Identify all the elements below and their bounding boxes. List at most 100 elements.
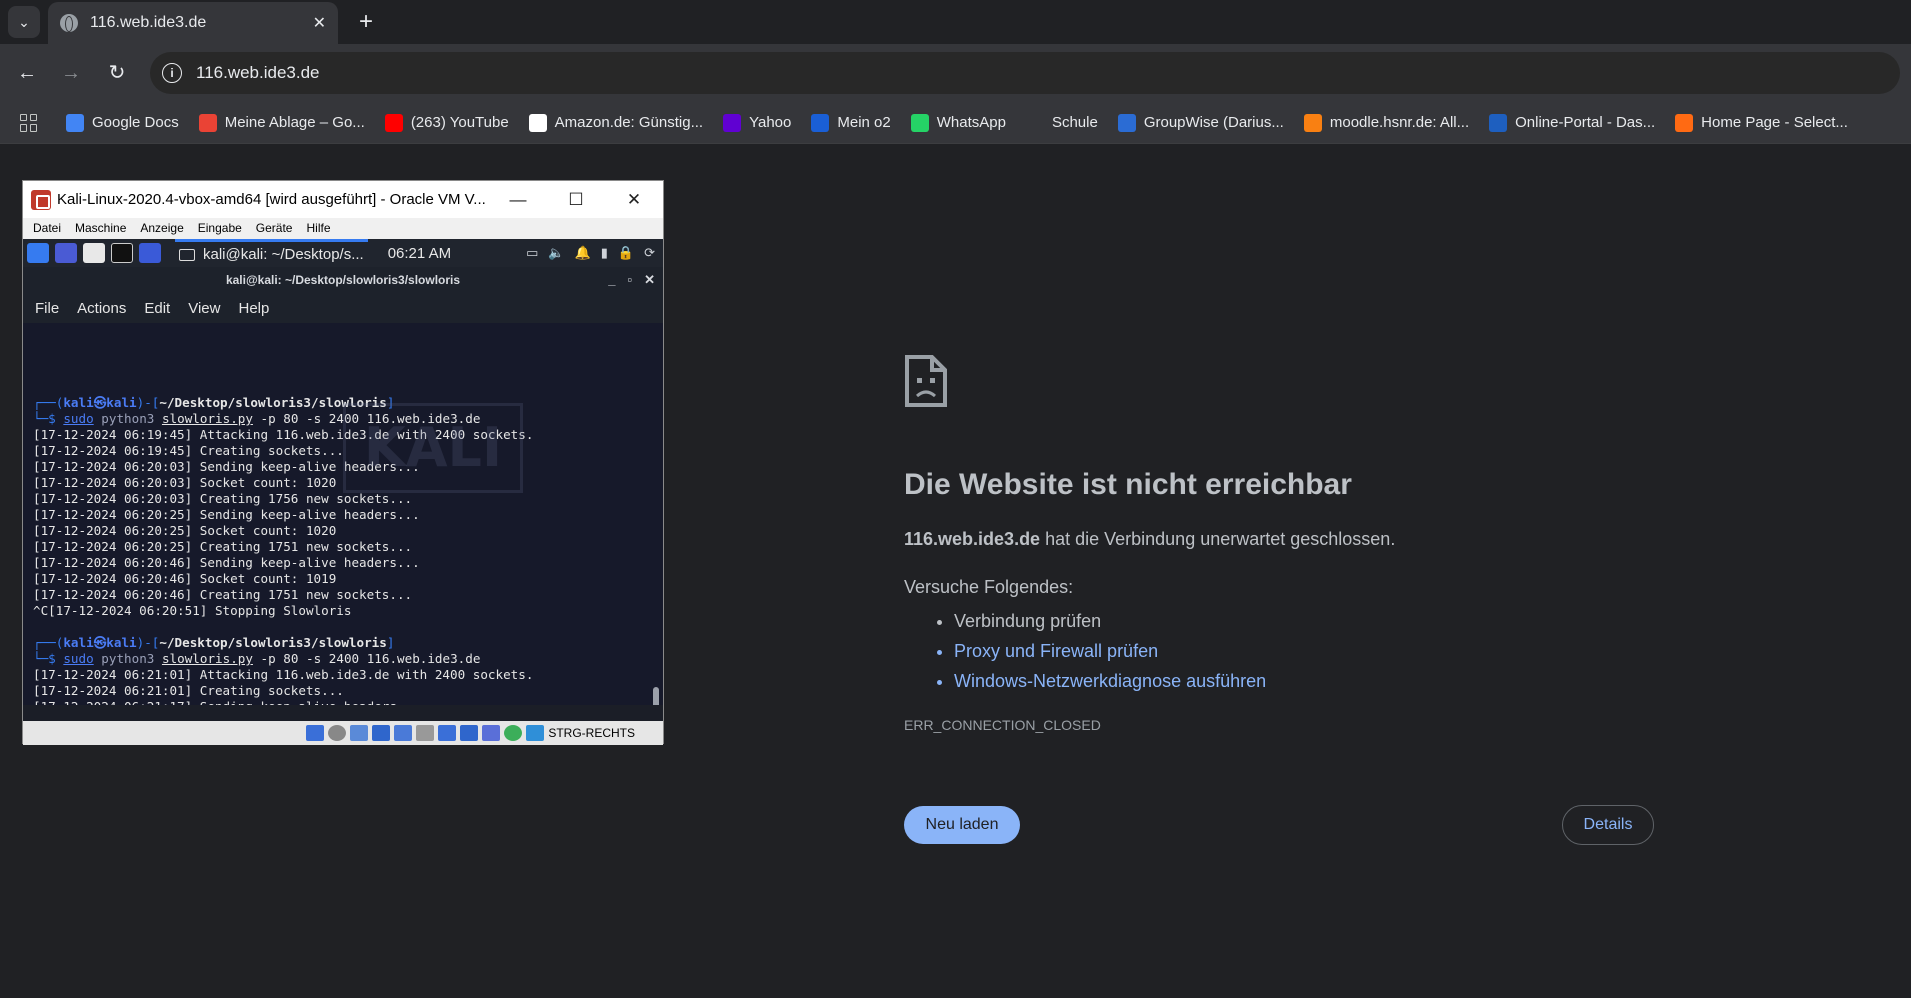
- network-status-icon[interactable]: [372, 725, 391, 741]
- window-controls: — ☐ ✕: [489, 190, 663, 210]
- bookmark-item[interactable]: (263) YouTube: [384, 113, 509, 132]
- bookmark-item[interactable]: Home Page - Select...: [1675, 113, 1848, 132]
- new-tab-button[interactable]: +: [352, 8, 380, 36]
- minimize-icon[interactable]: —: [489, 190, 547, 210]
- volume-icon[interactable]: 🔈: [548, 245, 564, 261]
- panel-task-label: kali@kali: ~/Desktop/s...: [203, 246, 364, 263]
- terminal-scrollbar[interactable]: [653, 687, 659, 705]
- battery-icon[interactable]: ▮: [601, 245, 608, 261]
- optical-drive-icon[interactable]: [328, 725, 347, 741]
- display-icon[interactable]: ▭: [526, 245, 538, 261]
- bookmark-item[interactable]: Online-Portal - Das...: [1489, 113, 1655, 132]
- window-icon: [179, 248, 195, 261]
- recording-status-icon[interactable]: [460, 725, 479, 741]
- tab-search-button[interactable]: ⌄: [8, 6, 40, 38]
- bookmark-item[interactable]: moodle.hsnr.de: All...: [1303, 113, 1470, 132]
- tab-active[interactable]: 116.web.ide3.de ✕: [48, 2, 338, 44]
- vbox-title-bar[interactable]: Kali-Linux-2020.4-vbox-amd64 [wird ausge…: [23, 181, 663, 218]
- workspace-icon[interactable]: [55, 243, 77, 263]
- docs-icon: [66, 113, 84, 132]
- virtualbox-window[interactable]: Kali-Linux-2020.4-vbox-amd64 [wird ausge…: [22, 180, 664, 745]
- terminal-line: [17-12-2024 06:20:46] Sending keep-alive…: [33, 555, 420, 570]
- address-bar[interactable]: i 116.web.ide3.de: [150, 52, 1900, 94]
- terminal-menu-file[interactable]: File: [35, 300, 59, 317]
- forward-button[interactable]: →: [58, 60, 84, 86]
- terminal-line: [17-12-2024 06:20:25] Sending keep-alive…: [33, 507, 420, 522]
- vbox-title: Kali-Linux-2020.4-vbox-amd64 [wird ausge…: [57, 191, 486, 208]
- terminal-title-bar[interactable]: kali@kali: ~/Desktop/slowloris3/slowlori…: [23, 267, 663, 293]
- bookmark-label: moodle.hsnr.de: All...: [1329, 114, 1470, 131]
- terminal-close-icon[interactable]: ✕: [644, 272, 655, 288]
- address-url[interactable]: 116.web.ide3.de: [196, 63, 320, 83]
- menu-datei[interactable]: Datei: [33, 221, 61, 235]
- terminal-menu-actions[interactable]: Actions: [77, 300, 126, 317]
- bookmark-item[interactable]: Schule: [1025, 113, 1098, 132]
- cpu-status-icon[interactable]: [482, 725, 501, 741]
- bookmark-item[interactable]: Meine Ablage – Go...: [198, 113, 365, 132]
- back-button[interactable]: ←: [14, 60, 40, 86]
- prompt-at: ㉿: [93, 395, 107, 410]
- bookmark-item[interactable]: Mein o2: [811, 113, 891, 132]
- display-status-icon[interactable]: [438, 725, 457, 741]
- sad-document-icon: [905, 355, 947, 407]
- system-tray: ▭ 🔈 🔔 ▮ 🔒 ⟳: [526, 245, 663, 261]
- shared-folder-icon[interactable]: [416, 725, 435, 741]
- terminal-window-controls: _ ▫ ✕: [608, 272, 655, 288]
- prompt-decoration: ┌──(: [33, 635, 64, 650]
- bookmark-item[interactable]: Amazon.de: Günstig...: [528, 113, 703, 132]
- suggestion-list: Verbindung prüfen Proxy und Firewall prü…: [934, 606, 1266, 696]
- command-space: [253, 651, 261, 666]
- panel-clock[interactable]: 06:21 AM: [388, 245, 451, 262]
- bookmark-item[interactable]: GroupWise (Darius...: [1117, 113, 1284, 132]
- terminal-menu-help[interactable]: Help: [238, 300, 269, 317]
- bookmark-item[interactable]: WhatsApp: [910, 113, 1006, 132]
- command-python: python3: [101, 651, 155, 666]
- guest-screen[interactable]: kali@kali: ~/Desktop/s... 06:21 AM ▭ 🔈 🔔…: [23, 239, 663, 745]
- lock-icon[interactable]: 🔒: [618, 245, 634, 261]
- bookmark-item[interactable]: Google Docs: [66, 113, 179, 132]
- keyboard-capture-icon[interactable]: [526, 725, 545, 741]
- notification-bell-icon[interactable]: 🔔: [575, 245, 591, 261]
- menu-eingabe[interactable]: Eingabe: [198, 221, 242, 235]
- maximize-icon[interactable]: ☐: [547, 190, 605, 210]
- command-line: └─$ sudo python3 slowloris.py -p 80 -s 2…: [33, 651, 663, 667]
- terminal-line: [17-12-2024 06:20:46] Creating 1751 new …: [33, 587, 413, 602]
- terminal-minimize-icon[interactable]: _: [608, 272, 615, 288]
- error-message: 116.web.ide3.de hat die Verbindung unerw…: [904, 529, 1395, 550]
- suggestion-proxy-firewall-link[interactable]: Proxy und Firewall prüfen: [954, 636, 1266, 666]
- prompt-user: kali: [63, 395, 94, 410]
- apps-grid-icon[interactable]: [20, 113, 38, 132]
- amazon-icon: [528, 113, 547, 132]
- details-button[interactable]: Details: [1562, 805, 1654, 845]
- reload-page-button[interactable]: Neu laden: [904, 806, 1020, 844]
- terminal-output[interactable]: KALI ┌──(kali㉿kali)-[~/Desktop/slowloris…: [23, 323, 663, 705]
- logout-icon[interactable]: ⟳: [644, 245, 655, 261]
- terminal-menu-view[interactable]: View: [188, 300, 220, 317]
- menu-geraete[interactable]: Geräte: [256, 221, 293, 235]
- terminal-maximize-icon[interactable]: ▫: [627, 272, 632, 288]
- file-manager-icon[interactable]: [83, 243, 105, 263]
- bookmark-item[interactable]: Yahoo: [723, 113, 791, 132]
- menu-maschine[interactable]: Maschine: [75, 221, 126, 235]
- suggestion-network-diagnostics-link[interactable]: Windows-Netzwerkdiagnose ausführen: [954, 666, 1266, 696]
- prompt-path: ~/Desktop/slowloris3/slowloris: [159, 635, 387, 650]
- menu-anzeige[interactable]: Anzeige: [140, 221, 183, 235]
- terminal-menu-edit[interactable]: Edit: [144, 300, 170, 317]
- browser-icon[interactable]: [139, 243, 161, 263]
- bookmark-label: Mein o2: [837, 114, 891, 131]
- command-space: [154, 411, 162, 426]
- tab-close-icon[interactable]: ✕: [313, 13, 326, 33]
- hdd-status-icon[interactable]: [306, 725, 325, 741]
- audio-status-icon[interactable]: [350, 725, 369, 741]
- close-window-icon[interactable]: ✕: [605, 190, 663, 210]
- menu-hilfe[interactable]: Hilfe: [306, 221, 330, 235]
- terminal-icon[interactable]: [111, 243, 133, 263]
- kali-menu-icon[interactable]: [27, 243, 49, 263]
- terminal-title: kali@kali: ~/Desktop/slowloris3/slowlori…: [225, 273, 461, 287]
- site-info-icon[interactable]: i: [162, 63, 182, 83]
- reload-button[interactable]: ↻: [104, 60, 130, 86]
- panel-task-terminal[interactable]: kali@kali: ~/Desktop/s...: [175, 239, 368, 267]
- mouse-integration-icon[interactable]: [504, 725, 523, 741]
- usb-status-icon[interactable]: [394, 725, 413, 741]
- error-code: ERR_CONNECTION_CLOSED: [904, 717, 1101, 733]
